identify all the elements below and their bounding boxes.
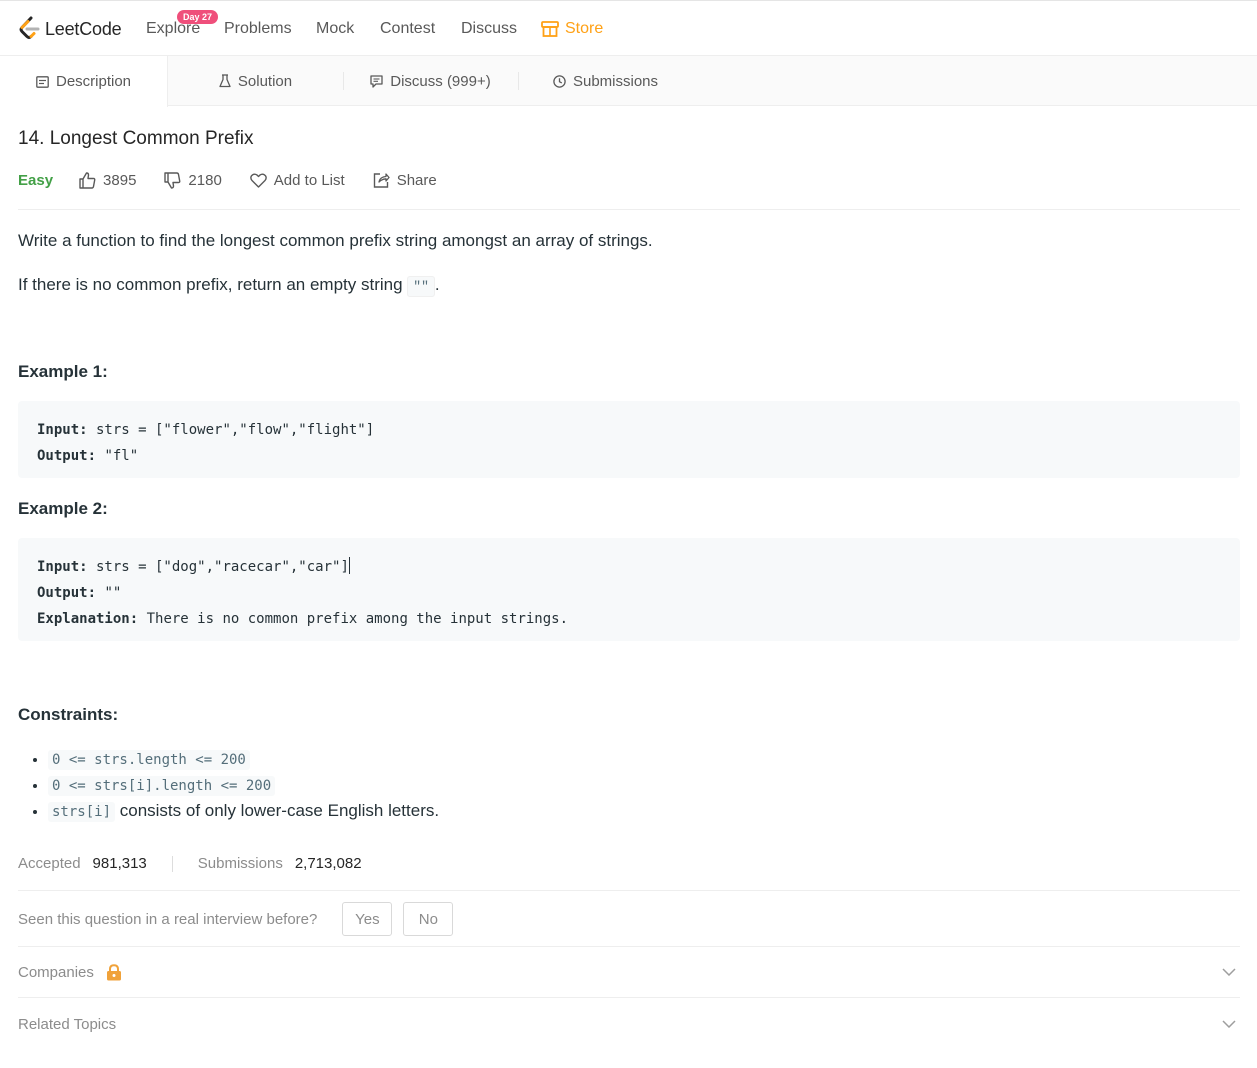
like-button[interactable]: 3895 — [79, 172, 136, 189]
companies-label: Companies — [18, 963, 94, 981]
tab-submissions-label: Submissions — [572, 72, 659, 90]
constraint-item: strs[i] consists of only lower-case Engl… — [48, 799, 439, 825]
accepted-label: Accepted — [18, 855, 81, 872]
input-label: Input: — [37, 422, 88, 438]
explanation-label: Explanation: — [37, 611, 139, 627]
nav-problems[interactable]: Problems — [224, 19, 292, 39]
tab-description-label: Description — [55, 73, 132, 90]
example-2-explanation-line: Explanation: There is no common prefix a… — [37, 606, 1221, 632]
related-topics-label: Related Topics — [18, 1015, 117, 1033]
brand-name: LeetCode — [45, 18, 122, 39]
interview-survey: Seen this question in a real interview b… — [18, 902, 454, 936]
constraints-heading: Constraints: — [18, 705, 119, 724]
tab-discuss[interactable]: Discuss (999+) — [343, 56, 518, 106]
stats-divider — [171, 855, 173, 872]
desc-text: If there is no common prefix, return an … — [18, 275, 408, 294]
share-button[interactable]: Share — [373, 172, 437, 189]
problem-tabs: Description Solution Discuss (999+) Subm… — [0, 56, 1257, 107]
input-label: Input: — [37, 559, 88, 575]
companies-bottom-divider — [18, 997, 1240, 998]
submissions-label: Submissions — [197, 855, 283, 872]
constraints-list: 0 <= strs.length <= 200 0 <= strs[i].len… — [48, 747, 439, 825]
constraint-code: 0 <= strs.length <= 200 — [48, 750, 250, 770]
chevron-down-icon[interactable] — [1222, 968, 1236, 976]
submissions-count: 2,713,082 — [294, 855, 362, 872]
tab-solution-label: Solution — [237, 72, 293, 90]
difficulty-label: Easy — [18, 171, 54, 189]
leetcode-logo-icon — [19, 16, 40, 39]
tab-discuss-label: Discuss (999+) — [390, 72, 491, 90]
share-label: Share — [396, 171, 437, 189]
related-topics-section[interactable]: Related Topics — [18, 999, 1240, 1049]
desc-period: . — [434, 275, 440, 294]
constraint-text: consists of only lower-case English lett… — [115, 801, 440, 820]
example-2-output-line: Output: "" — [37, 580, 1221, 606]
problem-description-empty-case: If there is no common prefix, return an … — [18, 275, 440, 297]
add-to-list-label: Add to List — [273, 171, 345, 189]
example-1-block: Input: strs = ["flower","flow","flight"]… — [18, 401, 1240, 478]
companies-section[interactable]: Companies — [18, 947, 1240, 997]
chevron-down-icon[interactable] — [1222, 1020, 1236, 1028]
example-1-output-line: Output: "fl" — [37, 443, 1221, 469]
header-divider — [18, 209, 1240, 210]
thumbs-down-icon — [164, 171, 181, 189]
share-icon — [373, 173, 390, 188]
nav-explore[interactable]: Explore — [146, 19, 200, 39]
example-1-output: "fl" — [96, 448, 139, 464]
nav-mock[interactable]: Mock — [316, 19, 354, 39]
description-icon — [36, 75, 49, 88]
example-2-input-line: Input: strs = ["dog","racecar","car"] — [37, 554, 1221, 580]
acceptance-stats: Accepted 981,313 Submissions 2,713,082 — [18, 855, 362, 872]
interview-question: Seen this question in a real interview b… — [18, 910, 318, 928]
dislike-count: 2180 — [188, 171, 222, 189]
leetcode-logo[interactable]: LeetCode — [18, 15, 122, 43]
thumbs-up-icon — [79, 171, 96, 189]
accepted-count: 981,313 — [92, 855, 147, 872]
output-label: Output: — [37, 448, 97, 464]
example-2-block: Input: strs = ["dog","racecar","car"] Ou… — [18, 538, 1240, 641]
heart-icon — [249, 172, 267, 188]
store-label: Store — [565, 20, 604, 37]
example-2-input: strs = ["dog","racecar","car"] — [87, 559, 349, 575]
empty-string-code: "" — [407, 276, 435, 297]
top-navbar: LeetCode Day 27 Explore Problems Mock Co… — [0, 0, 1257, 56]
clock-icon — [553, 74, 566, 88]
nav-discuss[interactable]: Discuss — [461, 19, 517, 39]
dislike-button[interactable]: 2180 — [164, 171, 222, 189]
comment-icon — [370, 74, 383, 88]
example-2-output: "" — [96, 585, 122, 601]
tab-submissions[interactable]: Submissions — [518, 56, 693, 106]
example-2-explanation: There is no common prefix among the inpu… — [138, 611, 569, 627]
problem-description: Write a function to find the longest com… — [18, 231, 653, 250]
example-1-heading: Example 1: — [18, 362, 108, 381]
output-label: Output: — [37, 585, 97, 601]
no-button[interactable]: No — [403, 902, 454, 936]
nav-contest[interactable]: Contest — [380, 19, 435, 39]
yes-button[interactable]: Yes — [342, 902, 393, 936]
nav-store[interactable]: Store — [541, 19, 603, 39]
example-1-input: strs = ["flower","flow","flight"] — [87, 422, 375, 438]
flask-icon — [219, 74, 231, 88]
text-cursor — [348, 557, 350, 574]
tab-description[interactable]: Description — [0, 56, 168, 107]
constraint-item: 0 <= strs[i].length <= 200 — [48, 773, 439, 799]
like-count: 3895 — [103, 171, 137, 189]
add-to-list-button[interactable]: Add to List — [249, 171, 345, 189]
problem-meta: Easy 3895 2180 Add to List Share — [18, 170, 465, 190]
constraint-code: strs[i] — [48, 802, 116, 822]
lock-icon — [106, 963, 121, 980]
problem-title: 14. Longest Common Prefix — [18, 128, 254, 149]
example-1-input-line: Input: strs = ["flower","flow","flight"] — [37, 417, 1221, 443]
constraint-item: 0 <= strs.length <= 200 — [48, 747, 439, 773]
tab-solution[interactable]: Solution — [168, 56, 343, 106]
example-2-heading: Example 2: — [18, 499, 108, 518]
stats-bottom-divider — [18, 890, 1240, 891]
constraint-code: 0 <= strs[i].length <= 200 — [48, 776, 276, 796]
store-icon — [541, 21, 559, 37]
